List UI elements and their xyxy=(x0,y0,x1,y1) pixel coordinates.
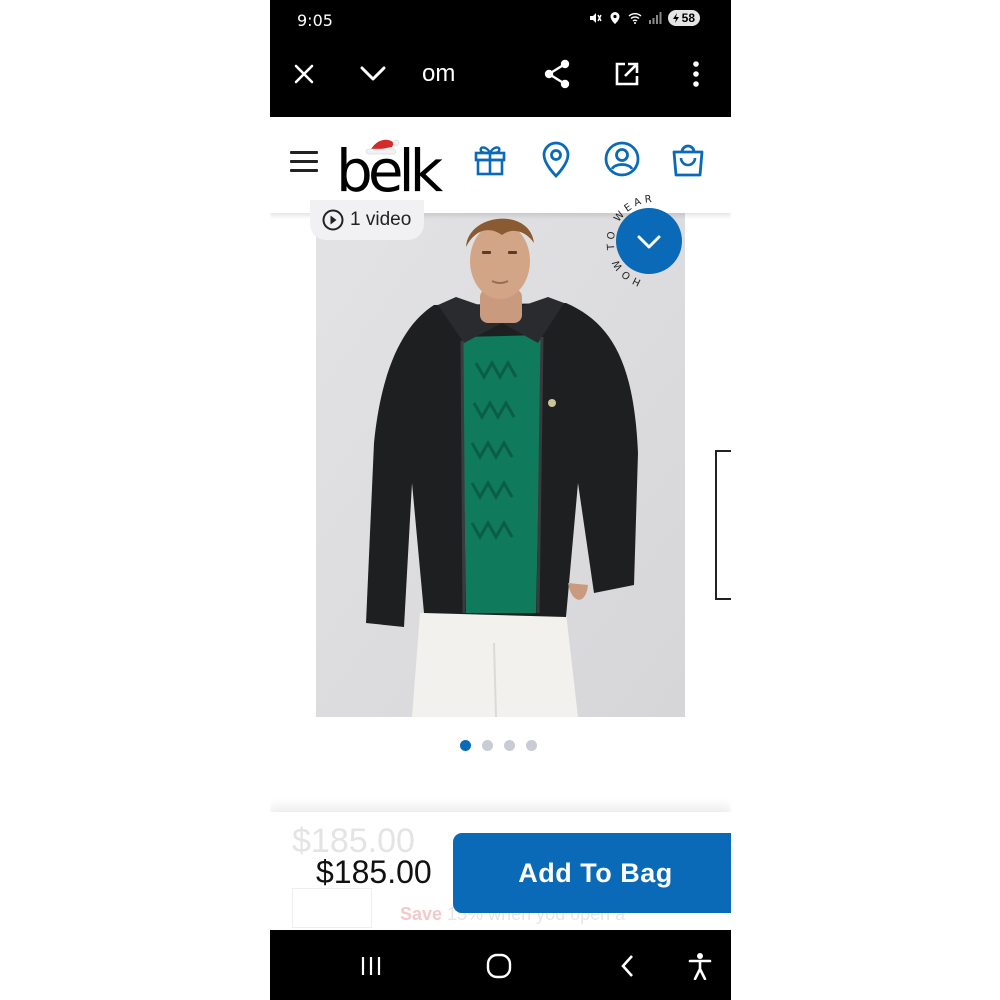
carousel-dot[interactable] xyxy=(482,740,493,751)
system-nav-bar xyxy=(270,930,731,1000)
logo-text: belk xyxy=(336,137,444,201)
video-badge-label: 1 video xyxy=(350,209,412,230)
battery-level: 58 xyxy=(681,11,695,25)
close-icon[interactable] xyxy=(286,56,322,92)
carousel-dots xyxy=(460,740,537,751)
play-circle-icon xyxy=(322,209,344,231)
location-icon xyxy=(608,11,622,25)
carousel-dot[interactable] xyxy=(504,740,515,751)
wifi-icon xyxy=(628,11,642,25)
shopping-bag-icon[interactable] xyxy=(668,139,708,179)
phone-screen: 9:05 58 om belk 1 video HOW TO WEAR $185… xyxy=(270,0,731,1000)
back-icon[interactable] xyxy=(612,950,644,982)
video-badge[interactable]: 1 video xyxy=(310,200,425,240)
gift-icon[interactable] xyxy=(470,139,510,179)
browser-top-bar: 9:05 58 om xyxy=(270,0,731,117)
recents-icon[interactable] xyxy=(355,950,387,982)
mute-icon xyxy=(588,11,602,25)
accessibility-icon[interactable] xyxy=(684,950,716,982)
belk-logo[interactable]: belk xyxy=(336,129,466,205)
product-price: $185.00 xyxy=(316,854,432,890)
purchase-bar: $185.00 Save 15% when you open a $185.00… xyxy=(270,812,731,930)
menu-icon[interactable] xyxy=(290,151,318,175)
side-card[interactable] xyxy=(715,450,731,600)
share-icon[interactable] xyxy=(539,56,575,92)
status-time: 9:05 xyxy=(297,11,333,30)
open-external-icon[interactable] xyxy=(609,56,645,92)
status-icons: 58 xyxy=(588,10,700,26)
url-text[interactable]: om xyxy=(422,60,455,88)
battery-icon: 58 xyxy=(667,10,700,26)
carousel-dot[interactable] xyxy=(460,740,471,751)
ghost-promo-box xyxy=(292,888,372,928)
location-pin-icon[interactable] xyxy=(536,139,576,179)
add-to-bag-button[interactable]: Add To Bag xyxy=(453,833,731,913)
account-icon[interactable] xyxy=(602,139,642,179)
chevron-down-icon[interactable] xyxy=(355,56,391,92)
signal-icon xyxy=(648,11,662,25)
how-to-wear-button[interactable]: HOW TO WEAR xyxy=(606,190,702,294)
carousel-dot[interactable] xyxy=(526,740,537,751)
home-icon[interactable] xyxy=(483,950,515,982)
more-vert-icon[interactable] xyxy=(678,56,714,92)
